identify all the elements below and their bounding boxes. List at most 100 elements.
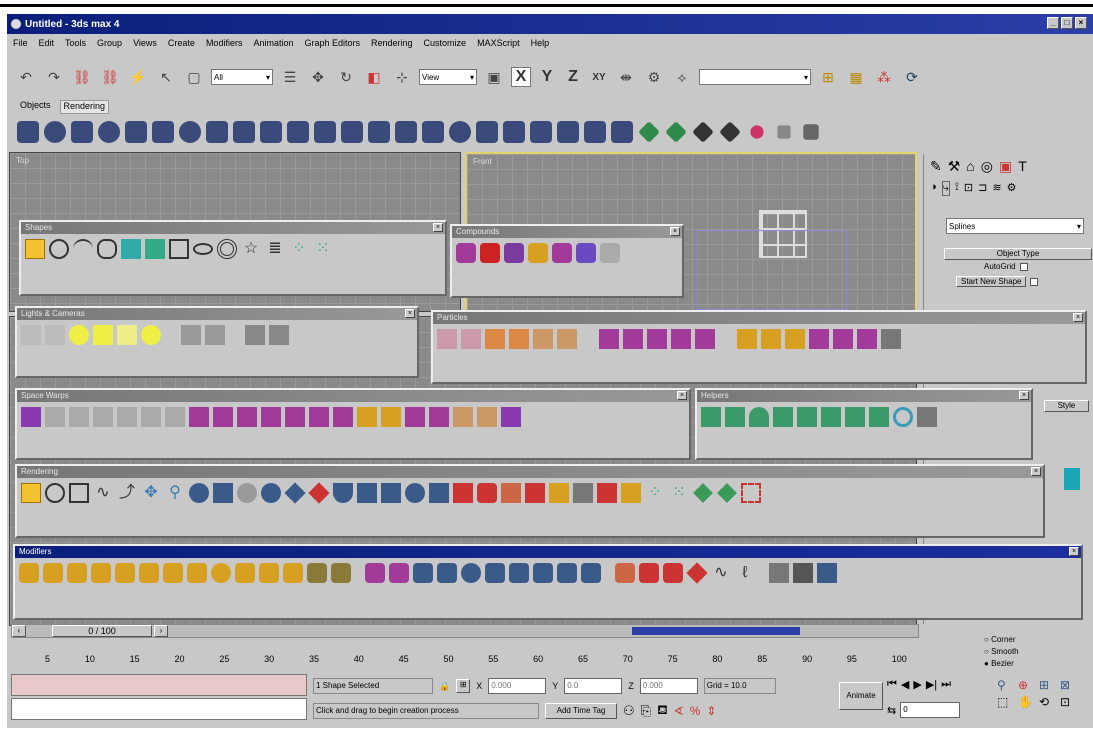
- pcloud-icon[interactable]: [509, 329, 529, 349]
- sdeflector-icon[interactable]: [285, 407, 305, 427]
- menu-create[interactable]: Create: [168, 38, 195, 48]
- sphere-gizmo-icon[interactable]: [893, 407, 913, 427]
- noise-sw-icon[interactable]: [141, 407, 161, 427]
- chamfer-box-icon[interactable]: [314, 121, 336, 143]
- redo-icon[interactable]: ↷: [43, 66, 65, 88]
- menu-maxscript[interactable]: MAXScript: [477, 38, 520, 48]
- cyl-tool-icon[interactable]: [381, 483, 401, 503]
- ring-wave-icon[interactable]: [449, 121, 471, 143]
- close-icon[interactable]: ×: [1031, 467, 1041, 476]
- pomni-icon[interactable]: [333, 407, 353, 427]
- pbomb-icon[interactable]: [599, 329, 619, 349]
- shapemerge-icon[interactable]: [552, 243, 572, 263]
- scale-icon[interactable]: ◧: [363, 66, 385, 88]
- compounds-floater-title[interactable]: Compounds ×: [452, 226, 682, 238]
- boolean-icon[interactable]: [576, 243, 596, 263]
- red-diamond-icon[interactable]: [308, 482, 330, 504]
- hierarchy-tab-icon[interactable]: ⌂: [966, 158, 974, 175]
- wave-icon[interactable]: [761, 329, 781, 349]
- affect-region-icon[interactable]: [331, 563, 351, 583]
- dots-tool-2-icon[interactable]: ⁙: [669, 483, 689, 503]
- tab-rendering[interactable]: Rendering: [59, 100, 110, 114]
- relax-icon[interactable]: [187, 563, 207, 583]
- superspray-icon[interactable]: [557, 329, 577, 349]
- menu-modifiers[interactable]: Modifiers: [206, 38, 243, 48]
- diamond-tool-icon[interactable]: [284, 482, 306, 504]
- arc-rotate-icon[interactable]: ⟲: [1039, 695, 1057, 709]
- maxscript-listener-mini[interactable]: [11, 674, 307, 696]
- current-frame-field[interactable]: 0: [900, 702, 961, 718]
- render-4-icon[interactable]: [525, 483, 545, 503]
- axis-x-button[interactable]: X: [511, 67, 531, 87]
- time-slider[interactable]: ‹ 0 / 100 ›: [11, 624, 919, 638]
- camera-match-2-icon[interactable]: [269, 325, 289, 345]
- key-mode-icon[interactable]: ⇆: [887, 704, 896, 717]
- text-helper-icon[interactable]: [917, 407, 937, 427]
- next-frame-icon[interactable]: ›: [154, 625, 168, 637]
- optimize-icon[interactable]: [615, 563, 635, 583]
- line-icon[interactable]: [25, 239, 45, 259]
- dummy-icon[interactable]: [701, 407, 721, 427]
- sphere-tool-icon[interactable]: [261, 483, 281, 503]
- lights-icon[interactable]: ⟟: [955, 181, 959, 196]
- gravity-sw-icon[interactable]: [357, 407, 377, 427]
- percent-snap-icon[interactable]: %: [690, 704, 701, 718]
- save-icon[interactable]: [803, 124, 819, 140]
- close-icon[interactable]: ×: [1069, 547, 1079, 556]
- style-button[interactable]: Style: [1044, 400, 1089, 412]
- ffd-cyl-icon[interactable]: [45, 407, 65, 427]
- melt-icon[interactable]: [639, 563, 659, 583]
- bevel-icon[interactable]: [817, 563, 837, 583]
- object-type-rollout[interactable]: Object Type: [944, 248, 1092, 260]
- menu-edit[interactable]: Edit: [39, 38, 55, 48]
- lattice-icon[interactable]: [365, 563, 385, 583]
- link-icon[interactable]: ⛓: [71, 66, 93, 88]
- drag-icon[interactable]: [881, 329, 901, 349]
- category-dropdown[interactable]: Splines ▾: [946, 218, 1084, 234]
- target-direct-icon[interactable]: [117, 325, 137, 345]
- ellipse-tool-icon[interactable]: [189, 483, 209, 503]
- skew-sw-icon[interactable]: [165, 407, 185, 427]
- ngon-icon[interactable]: [97, 239, 117, 259]
- menu-help[interactable]: Help: [531, 38, 550, 48]
- zoom-extents-icon[interactable]: ⊞: [1039, 678, 1057, 692]
- edit-patch-icon[interactable]: [557, 563, 577, 583]
- mesh-select-icon[interactable]: [509, 563, 529, 583]
- ripple-mod-icon[interactable]: [211, 563, 231, 583]
- text-icon[interactable]: [121, 239, 141, 259]
- hedra-icon[interactable]: [287, 121, 309, 143]
- menu-customize[interactable]: Customize: [424, 38, 467, 48]
- helper-diamond-icon[interactable]: [638, 121, 660, 143]
- gravity-icon[interactable]: [695, 329, 715, 349]
- close-icon[interactable]: ×: [405, 309, 415, 318]
- animate-button[interactable]: Animate: [839, 682, 883, 710]
- space-warps-floater-title[interactable]: Space Warps ×: [17, 390, 689, 402]
- torus-icon[interactable]: [98, 121, 120, 143]
- menu-graph-editors[interactable]: Graph Editors: [304, 38, 360, 48]
- lights-cameras-floater-title[interactable]: Lights & Cameras ×: [17, 308, 417, 320]
- ball-tool-icon[interactable]: [405, 483, 425, 503]
- cylinder-icon[interactable]: [71, 121, 93, 143]
- protractor-icon[interactable]: [749, 407, 769, 427]
- modifiers-floater-title[interactable]: Modifiers ×: [15, 546, 1081, 558]
- vortex-icon[interactable]: [857, 329, 877, 349]
- xform-icon[interactable]: [437, 563, 457, 583]
- snap-icon[interactable]: ⛾: [657, 702, 668, 720]
- circle-tool-icon[interactable]: [45, 483, 65, 503]
- squeeze-icon[interactable]: [139, 563, 159, 583]
- menu-rendering[interactable]: Rendering: [371, 38, 413, 48]
- curve-tool-icon[interactable]: ∿: [93, 483, 113, 503]
- smooth-icon[interactable]: [581, 563, 601, 583]
- align-icon[interactable]: ⟡: [671, 66, 693, 88]
- helpers-icon[interactable]: ⊐: [978, 181, 987, 196]
- section-icon[interactable]: [145, 239, 165, 259]
- previous-frame-icon[interactable]: ◀: [901, 678, 909, 691]
- direct-icon[interactable]: [93, 325, 113, 345]
- ripple-icon[interactable]: [737, 329, 757, 349]
- taper-icon[interactable]: [43, 563, 63, 583]
- scatter-icon[interactable]: [480, 243, 500, 263]
- cap-holes-icon[interactable]: [686, 562, 708, 584]
- morph-icon[interactable]: [456, 243, 476, 263]
- connect-icon[interactable]: [528, 243, 548, 263]
- mirror-icon[interactable]: ⇼: [615, 66, 637, 88]
